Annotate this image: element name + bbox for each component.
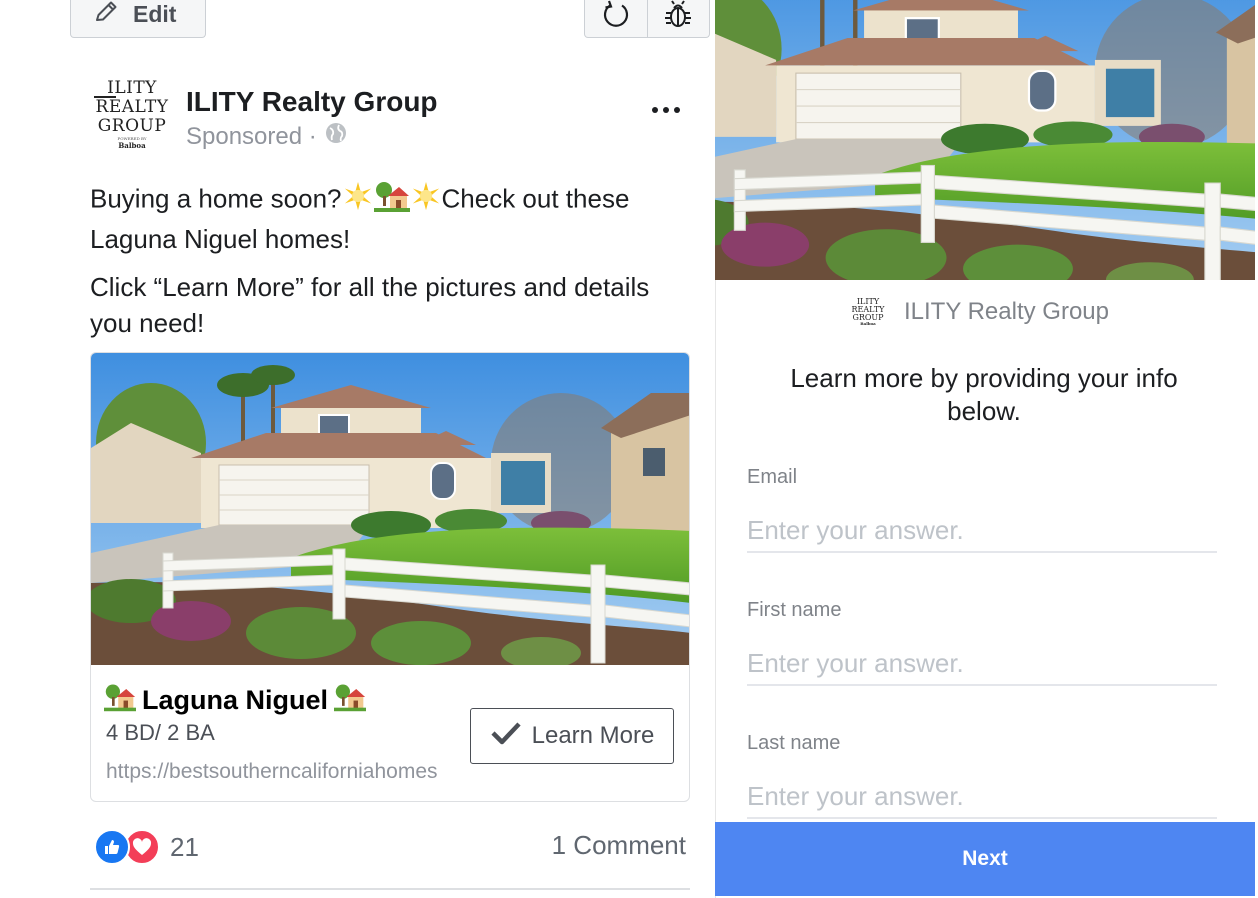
more-dot-icon [674,107,680,113]
learn-more-label: Learn More [531,722,655,749]
next-button[interactable]: Next [715,822,1255,896]
email-field-group: Email [747,466,1217,553]
listing-title[interactable]: Laguna Niguel [104,682,367,719]
debug-button[interactable] [646,0,710,37]
logo-line-5: Balboa [860,321,876,326]
listing-title-text: Laguna Niguel [142,685,329,715]
divider [90,888,690,890]
tool-button-group [584,0,710,38]
listing-subtitle: 4 BD/ 2 BA [106,720,215,745]
house-with-garden-icon [373,180,410,221]
sun-emoji-icon [410,181,442,220]
like-icon [94,829,130,865]
sponsored-text: Sponsored · [186,122,317,150]
brand-logo-small: ILITY REALTY GROUP Balboa [848,298,888,326]
post-paragraph-2: Click “Learn More” for all the pictures … [90,272,650,338]
last-name-field[interactable] [747,775,1217,819]
post-text: Buying a home soon? Check out these Lagun… [90,180,690,353]
logo-line-1: ILITY [107,78,157,98]
comments-link[interactable]: 1 Comment [520,830,686,861]
first-name-field[interactable] [747,642,1217,686]
sponsored-label: Sponsored · [186,122,347,151]
sun-emoji-icon [342,181,374,220]
email-label: Email [747,466,798,488]
refresh-icon [600,0,632,36]
listing-url[interactable]: https://bestsoutherncaliforniahomes [106,760,456,784]
last-name-label: Last name [747,732,841,754]
logo-line-5: Balboa [118,141,146,150]
more-options-button[interactable] [648,96,684,124]
bug-icon [662,0,694,36]
first-name-field-group: First name [747,599,1217,686]
email-field[interactable] [747,509,1217,553]
learn-more-button[interactable]: Learn More [470,708,674,764]
first-name-label: First name [747,599,842,621]
last-name-field-group: Last name [747,732,1217,819]
more-dot-icon [663,107,669,113]
logo-line-2: REALTY [95,97,169,117]
lead-form-heading: Learn more by providing your info below. [790,363,1178,426]
pencil-icon [93,0,119,31]
lead-form-brand: ILITY REALTY GROUP Balboa ILITY Realty G… [848,298,1109,326]
refresh-button[interactable] [585,0,647,37]
reactions-summary[interactable]: 21 [94,829,199,865]
page-logo[interactable]: ILITY REALTY GROUP POWERED BY Balboa [92,80,172,149]
edit-label: Edit [133,1,177,27]
lead-form-cover-photo [715,0,1255,280]
page-name[interactable]: ILITY Realty Group [186,86,438,118]
house-with-garden-icon [334,682,367,719]
house-with-garden-icon [104,682,136,719]
post-text-part-1: Buying a home soon? [90,183,342,214]
listing-photo[interactable] [91,353,690,665]
logo-line-3: GROUP [97,116,167,136]
brand-name: ILITY Realty Group [904,298,1109,325]
more-dot-icon [652,107,658,113]
edit-button[interactable]: Edit [70,0,206,38]
reaction-count: 21 [170,831,199,862]
globe-icon [325,122,347,151]
post-paragraph-1: Buying a home soon? Check out these Lagun… [90,180,690,257]
checkmark-icon [490,720,522,753]
